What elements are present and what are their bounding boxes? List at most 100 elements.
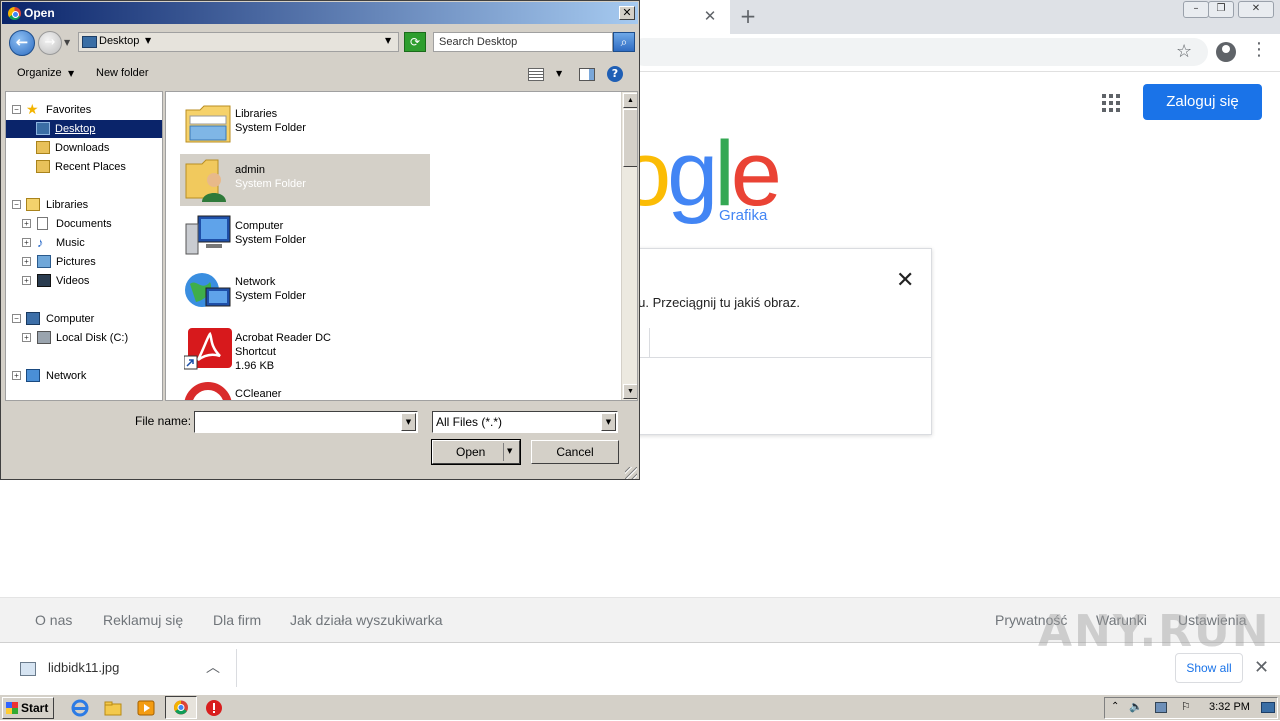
shelf-close-icon[interactable]: ✕ [1254,657,1269,678]
address-bar[interactable] [630,38,1208,66]
window-close-icon[interactable]: ✕ [1238,1,1274,18]
ie-icon[interactable] [70,698,92,718]
refresh-icon[interactable]: ⟳ [404,32,426,52]
stop-icon[interactable] [204,698,226,718]
star-icon: ★ [26,101,39,117]
dialog-close-icon[interactable]: ✕ [619,6,635,20]
bookmark-star-icon[interactable]: ☆ [1176,41,1192,62]
tree-item-favorites[interactable]: − ★ Favorites [12,101,162,119]
resize-grip[interactable] [625,467,637,479]
open-options-dropdown-icon[interactable]: ▼ [507,447,512,455]
explorer-icon[interactable] [103,698,125,718]
expand-icon[interactable]: + [22,257,31,266]
tree-item-network[interactable]: + Network [12,367,162,385]
restore-icon[interactable]: ❐ [1208,1,1234,18]
tree-item-local-disk[interactable]: + Local Disk (C:) [22,329,162,347]
tree-item-computer[interactable]: − Computer [12,310,162,328]
chevron-down-icon[interactable]: ▼ [68,69,74,78]
scroll-down-icon[interactable]: ▼ [623,384,637,399]
tree-item-downloads[interactable]: Downloads [6,139,162,157]
footer-link-about[interactable]: O nas [35,612,72,628]
organize-button[interactable]: Organize [17,67,62,79]
show-all-button[interactable]: Show all [1175,653,1243,683]
file-name-dropdown-icon[interactable]: ▼ [401,413,416,431]
tree-item-documents[interactable]: + Documents [22,215,162,233]
back-arrow-icon[interactable]: ← [9,30,35,56]
footer-link-how-search-works[interactable]: Jak działa wyszukiwarka [290,612,443,628]
flag-icon[interactable]: ⚐ [1181,700,1191,713]
chrome-icon [8,7,21,20]
collapse-icon[interactable]: − [12,200,21,209]
scrollbar-thumb[interactable] [623,109,637,167]
apps-grid-icon[interactable] [1102,94,1120,112]
tree-item-videos[interactable]: + Videos [22,272,162,290]
download-item[interactable]: lidbidk11.jpg [48,660,119,675]
drag-image-hint: stu. Przeciągnij tu jakiś obraz. [628,295,800,310]
tree-item-desktop[interactable]: Desktop [6,120,162,138]
view-options-dropdown-icon[interactable]: ▼ [556,69,562,78]
command-bar: Organize ▼ New folder ▼ ? [2,61,638,89]
scroll-up-icon[interactable]: ▲ [623,93,637,108]
dialog-titlebar[interactable]: Open ✕ [2,2,638,24]
help-icon[interactable]: ? [607,66,623,82]
pictures-icon [37,255,51,268]
libraries-folder-icon [185,105,231,143]
file-type-dropdown-icon[interactable]: ▼ [601,413,616,431]
footer-link-business[interactable]: Dla firm [213,612,261,628]
network-globe-icon [185,273,231,307]
tree-item-recent-places[interactable]: Recent Places [6,158,162,176]
list-item[interactable]: CCleaner Shortcut [180,378,430,400]
tree-item-music[interactable]: + ♪ Music [22,234,162,252]
media-player-icon[interactable] [136,698,158,718]
address-dropdown-icon[interactable]: ▼ [385,36,391,45]
preview-pane-icon[interactable] [579,68,595,81]
clock[interactable]: 3:32 PM [1209,701,1250,713]
footer-link-advertise[interactable]: Reklamuj się [103,612,183,628]
expand-icon[interactable]: + [12,371,21,380]
breadcrumb-location[interactable]: Desktop [99,35,139,47]
list-item-selected[interactable]: admin System Folder [180,154,430,206]
file-name-input[interactable] [194,411,418,433]
cancel-button[interactable]: Cancel [531,440,619,464]
new-folder-button[interactable]: New folder [96,67,149,79]
address-breadcrumb[interactable]: Desktop ▼ ▼ [78,32,399,52]
menu-icon[interactable]: ⋮ [1250,40,1268,60]
breadcrumb-arrow-icon[interactable]: ▼ [145,36,151,45]
change-view-icon[interactable] [528,68,544,81]
tray-expand-icon[interactable]: ⌃ [1111,701,1119,712]
list-item[interactable]: Libraries System Folder [180,98,430,150]
recent-locations-dropdown[interactable]: ▼ [64,38,70,47]
desktop-icon [82,36,97,48]
file-type-select[interactable]: All Files (*.*) [432,411,618,433]
expand-icon[interactable]: + [22,333,31,342]
network-tray-icon[interactable] [1155,702,1167,713]
collapse-icon[interactable]: − [12,105,21,114]
account-icon[interactable] [1216,42,1236,62]
collapse-icon[interactable]: − [12,314,21,323]
list-item[interactable]: Acrobat Reader DC Shortcut 1.96 KB [180,322,430,374]
signin-button[interactable]: Zaloguj się [1143,84,1262,120]
expand-icon[interactable]: + [22,276,31,285]
navigation-pane: − ★ Favorites Desktop Downloads Recent P… [5,91,163,401]
start-button[interactable]: Start [2,697,54,719]
tree-item-pictures[interactable]: + Pictures [22,253,162,271]
new-tab-icon[interactable]: + [738,6,758,26]
panel-close-icon[interactable]: ✕ [896,268,914,293]
divider [236,649,237,687]
expand-icon[interactable]: + [22,238,31,247]
list-item[interactable]: Network System Folder [180,266,430,318]
forward-arrow-icon[interactable]: → [38,31,62,55]
vertical-scrollbar[interactable]: ▲ ▼ [621,92,637,400]
list-item[interactable]: Computer System Folder [180,210,430,262]
volume-icon[interactable]: 🔈 [1129,700,1143,713]
show-desktop-icon[interactable] [1261,702,1275,713]
user-folder-icon [185,159,226,202]
minimize-icon[interactable]: – [1183,1,1209,18]
search-input[interactable]: Search Desktop [433,32,613,52]
chrome-taskbar-button[interactable] [165,696,197,719]
chevron-up-icon[interactable]: ︿ [206,657,220,677]
tree-item-libraries[interactable]: − Libraries [12,196,162,214]
search-icon[interactable]: ⌕ [613,32,635,52]
tab-close-icon[interactable]: ✕ [702,8,718,24]
expand-icon[interactable]: + [22,219,31,228]
